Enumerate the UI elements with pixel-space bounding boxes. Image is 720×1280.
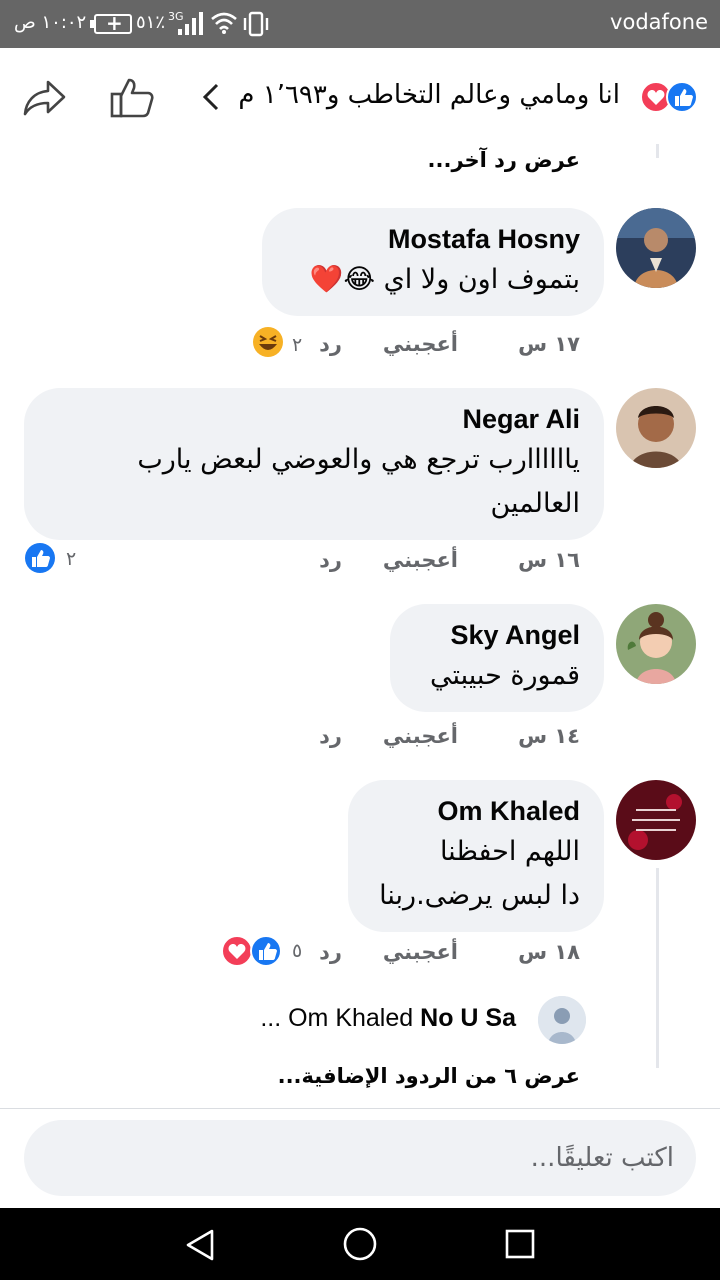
vibrate-icon [243, 11, 269, 37]
thread-line [656, 144, 659, 158]
wifi-icon [211, 12, 237, 34]
nav-home-icon[interactable] [342, 1226, 378, 1262]
reply-mention: ... Om Khaled [260, 1004, 414, 1032]
reply-preview-text: ... Om Khaled No U Sa [260, 1004, 516, 1033]
comment-text: بتموف اون ولا اي 😂❤️ [309, 264, 580, 295]
comment-time: ١٤ س [518, 724, 580, 748]
like-icon[interactable] [24, 542, 56, 574]
commenter-name[interactable]: Negar Ali [46, 402, 580, 436]
chevron-left-icon[interactable] [200, 82, 222, 112]
commenter-name[interactable]: Om Khaled [370, 794, 580, 828]
nav-back-icon[interactable] [184, 1228, 218, 1262]
like-button[interactable]: أعجبني [383, 548, 458, 572]
avatar[interactable] [616, 780, 696, 860]
reply-button[interactable]: رد [319, 332, 342, 356]
reply-button[interactable]: رد [319, 940, 342, 964]
post-title[interactable]: انا ومامي وعالم التخاطب و١٬٦٩٣ م... [240, 80, 620, 110]
love-icon [221, 935, 253, 967]
battery-percent: ٥١٪ [136, 12, 166, 33]
nav-recents-icon[interactable] [504, 1228, 536, 1260]
like-button[interactable]: أعجبني [383, 332, 458, 356]
thread-line [656, 868, 659, 1068]
comment-bubble[interactable]: Om Khaled اللهم احفظنا دا لبس يرضى.ربنا [348, 780, 604, 932]
comment-time: ١٨ س [518, 940, 580, 964]
reaction-icons[interactable] [220, 934, 284, 968]
comment-time: ١٧ س [518, 332, 580, 356]
reaction-count[interactable]: ٢ [66, 548, 76, 570]
share-icon[interactable] [22, 78, 66, 118]
reaction-count[interactable]: ٥ [292, 940, 302, 962]
clock: ١٠:٠٢ ص [14, 12, 87, 33]
comment-text: ياااااارب ترجع هي والعوضي لبعض يارب العا… [137, 444, 580, 519]
show-more-replies[interactable]: عرض ٦ من الردود الإضافية... [278, 1064, 580, 1088]
status-bar: vodafone 3G ٥١٪ + ١٠:٠٢ ص [0, 0, 720, 48]
reaction-summary [640, 81, 698, 113]
comment-bubble[interactable]: Sky Angel قمورة حبيبتي [390, 604, 604, 712]
reply-author: No U Sa [420, 1004, 516, 1032]
avatar[interactable] [616, 388, 696, 468]
like-icon [250, 935, 282, 967]
system-nav-bar [0, 1208, 720, 1280]
reaction-count[interactable]: ٢ [292, 334, 302, 356]
avatar[interactable] [616, 208, 696, 288]
network-type: 3G [168, 10, 184, 23]
commenter-name[interactable]: Mostafa Hosny [284, 222, 580, 256]
comment-input[interactable] [74, 1136, 674, 1180]
reply-button[interactable]: رد [319, 548, 342, 572]
comment-meta: ١٤ س أعجبني رد [260, 724, 580, 754]
battery-icon: + [90, 11, 132, 35]
carrier-label: vodafone [610, 10, 708, 34]
divider [0, 1108, 720, 1109]
reply-button[interactable]: رد [319, 724, 342, 748]
haha-icon[interactable] [252, 326, 284, 358]
comment-text: قمورة حبيبتي [429, 660, 580, 691]
commenter-name[interactable]: Sky Angel [412, 618, 580, 652]
comment-bubble[interactable]: Negar Ali ياااااارب ترجع هي والعوضي لبعض… [24, 388, 604, 540]
avatar [538, 996, 586, 1044]
comment-time: ١٦ س [518, 548, 580, 572]
comment-meta: ١٧ س أعجبني رد [260, 332, 580, 362]
comment-text: دا لبس يرضى.ربنا [379, 880, 580, 911]
post-header: انا ومامي وعالم التخاطب و١٬٦٩٣ م... [0, 48, 720, 140]
like-button[interactable]: أعجبني [383, 940, 458, 964]
comment-composer[interactable] [24, 1120, 696, 1196]
comment-bubble[interactable]: Mostafa Hosny بتموف اون ولا اي 😂❤️ [262, 208, 604, 316]
comment-meta: ١٦ س أعجبني رد [260, 548, 580, 578]
like-icon[interactable] [110, 76, 154, 118]
like-button[interactable]: أعجبني [383, 724, 458, 748]
show-previous-replies[interactable]: عرض رد آخر... [428, 148, 580, 172]
reply-preview[interactable]: ... Om Khaled No U Sa [256, 996, 586, 1046]
like-icon [666, 81, 698, 113]
comment-meta: ١٨ س أعجبني رد [260, 940, 580, 970]
avatar[interactable] [616, 604, 696, 684]
comment-text: اللهم احفظنا [439, 836, 580, 867]
